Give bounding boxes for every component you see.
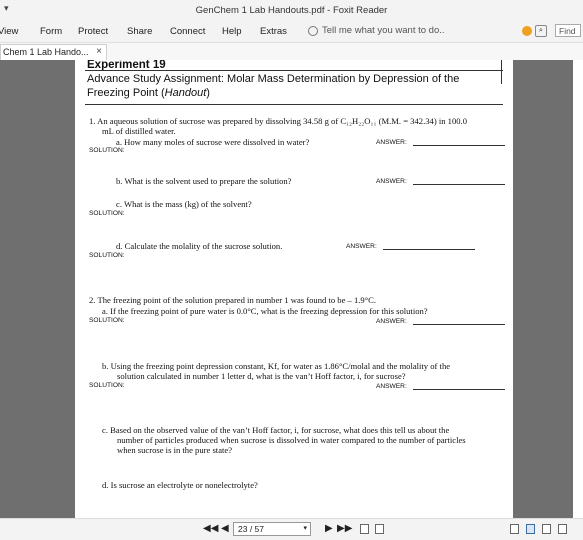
question-2-stem: 2. The freezing point of the solution pr…: [89, 295, 377, 305]
last-page-icon[interactable]: ▶▶: [337, 523, 352, 534]
single-page-view-icon[interactable]: [510, 524, 519, 534]
menu-help[interactable]: Help: [222, 26, 242, 37]
heading-line-2: Freezing Point (Handout): [87, 87, 210, 99]
page-number-text: 23 / 57: [238, 524, 264, 534]
answer-1a: ANSWER:: [376, 139, 505, 146]
tell-me-placeholder: Tell me what you want to do..: [322, 25, 445, 36]
header-bottom-divider: [85, 104, 503, 105]
question-2c: c. Based on the observed value of the va…: [102, 425, 450, 435]
title-bar: ▾ GenChem 1 Lab Handouts.pdf - Foxit Rea…: [0, 0, 583, 22]
question-2a: a. If the freezing point of pure water i…: [102, 306, 428, 316]
question-1a: a. How many moles of sucrose were dissol…: [116, 137, 310, 147]
lightbulb-icon: [308, 25, 318, 36]
document-tab-label: Chem 1 Lab Hando...: [3, 47, 89, 57]
question-1-stem: 1. An aqueous solution of sucrose was pr…: [89, 116, 467, 126]
header-side-bar: [501, 60, 502, 84]
solution-1a: SOLUTION:: [89, 147, 125, 154]
answer-1d: ANSWER:: [346, 243, 475, 250]
menu-connect[interactable]: Connect: [170, 26, 205, 37]
solution-1d: SOLUTION:: [89, 252, 125, 259]
answer-1b: ANSWER:: [376, 178, 505, 185]
menu-form[interactable]: Form: [40, 26, 62, 37]
question-2c-cont1: number of particles produced when sucros…: [117, 435, 466, 445]
header-divider: [85, 70, 503, 71]
document-viewer[interactable]: Experiment 19 Advance Study Assignment: …: [0, 60, 583, 518]
search-icon[interactable]: ⌕: [535, 25, 547, 37]
page-number-input[interactable]: 23 / 57 ▾: [233, 522, 311, 536]
question-1-stem-cont: mL of distilled water.: [102, 126, 176, 136]
tab-bar: Chem 1 Lab Hando... ×: [0, 43, 583, 60]
solution-2a: SOLUTION:: [89, 317, 125, 324]
menu-protect[interactable]: Protect: [78, 26, 108, 37]
facing-view-icon[interactable]: [542, 524, 551, 534]
page-dropdown-icon[interactable]: ▾: [303, 523, 307, 535]
find-input[interactable]: Find: [555, 24, 581, 37]
question-2d: d. Is sucrose an electrolyte or nonelect…: [102, 480, 258, 490]
status-bar: ◀◀ ◀ 23 / 57 ▾ ▶ ▶▶: [0, 518, 583, 540]
toolbar-right-icons: ⌕: [522, 25, 547, 37]
next-page-icon[interactable]: ▶: [325, 523, 333, 534]
tell-me-search[interactable]: Tell me what you want to do..: [308, 25, 445, 36]
menu-extras[interactable]: Extras: [260, 26, 287, 37]
window-title: GenChem 1 Lab Handouts.pdf - Foxit Reade…: [195, 5, 388, 16]
menu-bar: View Form Protect Share Connect Help Ext…: [0, 22, 583, 43]
continuous-view-icon[interactable]: [526, 524, 535, 534]
question-2c-cont2: when sucrose is in the pure state?: [117, 445, 233, 455]
answer-2b: ANSWER:: [376, 383, 505, 390]
question-2b: b. Using the freezing point depression c…: [102, 361, 451, 371]
next-view-icon[interactable]: [375, 524, 384, 534]
solution-1c: SOLUTION:: [89, 210, 125, 217]
pdf-page: Experiment 19 Advance Study Assignment: …: [75, 60, 513, 518]
question-1c: c. What is the mass (kg) of the solvent?: [116, 199, 252, 209]
previous-page-icon[interactable]: ◀: [221, 523, 229, 534]
vertical-scrollbar[interactable]: [573, 60, 583, 518]
assignment-heading: Advance Study Assignment: Molar Mass Det…: [87, 72, 501, 100]
close-tab-icon[interactable]: ×: [96, 45, 102, 59]
menu-share[interactable]: Share: [127, 26, 152, 37]
question-1d: d. Calculate the molality of the sucrose…: [116, 241, 283, 251]
question-2b-cont: solution calculated in number 1 letter d…: [117, 371, 406, 381]
menu-view[interactable]: View: [0, 26, 18, 37]
document-tab[interactable]: Chem 1 Lab Hando... ×: [0, 44, 107, 60]
account-icon[interactable]: [522, 26, 532, 36]
continuous-facing-view-icon[interactable]: [558, 524, 567, 534]
first-page-icon[interactable]: ◀◀: [203, 523, 218, 534]
solution-2b: SOLUTION:: [89, 382, 125, 389]
heading-line-1: Advance Study Assignment: Molar Mass Det…: [87, 73, 460, 85]
previous-view-icon[interactable]: [360, 524, 369, 534]
question-1b: b. What is the solvent used to prepare t…: [116, 176, 292, 186]
answer-2a: ANSWER:: [376, 318, 505, 325]
